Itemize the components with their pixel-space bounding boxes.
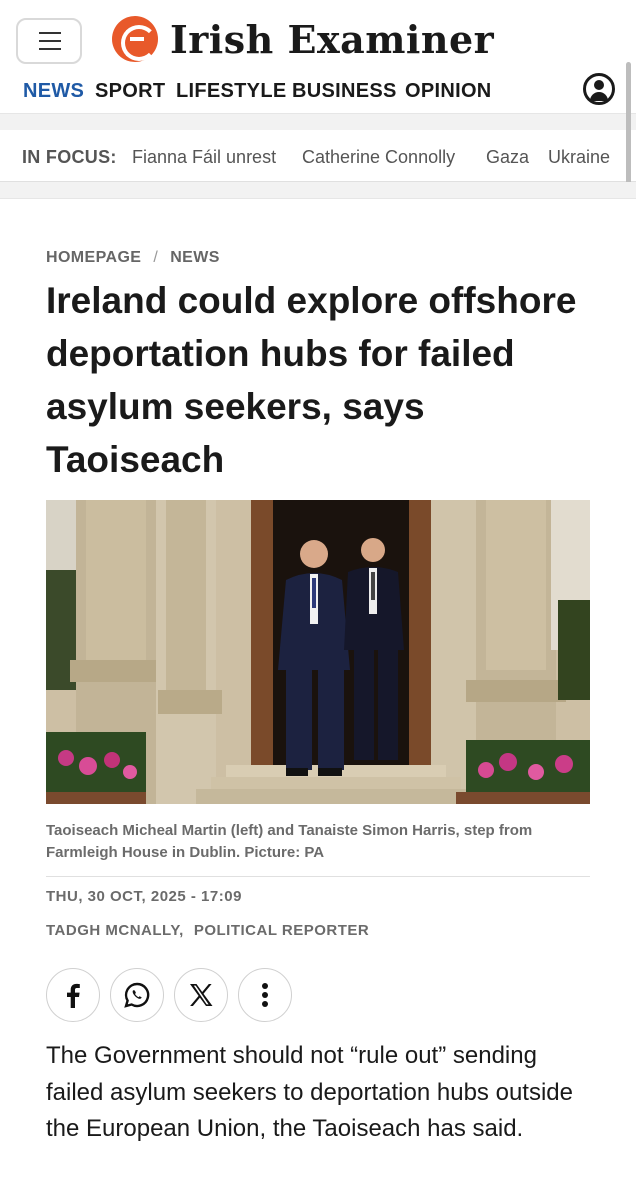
nav-opinion[interactable]: OPINION — [405, 80, 492, 103]
site-header: Irish Examiner — [0, 0, 636, 68]
share-more-button[interactable] — [238, 968, 292, 1022]
byline: TADGH MCNALLY, POLITICAL REPORTER — [46, 922, 369, 939]
nav-news[interactable]: NEWS — [23, 80, 84, 103]
spacer — [0, 114, 636, 130]
breadcrumb-separator: / — [153, 249, 159, 266]
nav-lifestyle[interactable]: LIFESTYLE — [176, 80, 286, 103]
photo-caption: Taoiseach Micheal Martin (left) and Tana… — [46, 822, 533, 861]
focus-item-ukraine[interactable]: Ukraine — [548, 147, 610, 168]
menu-button[interactable] — [16, 18, 82, 64]
facebook-icon — [67, 983, 80, 1008]
article-headline: Ireland could explore offshore deportati… — [46, 280, 577, 480]
focus-item-catherine-connolly[interactable]: Catherine Connolly — [302, 147, 455, 168]
divider — [46, 876, 590, 877]
author-role: POLITICAL REPORTER — [193, 922, 370, 939]
logo-text: Irish Examiner — [170, 16, 495, 62]
share-whatsapp-button[interactable] — [110, 968, 164, 1022]
focus-item-fianna-fail[interactable]: Fianna Fáil unrest — [132, 147, 276, 168]
x-icon — [190, 984, 213, 1006]
scrollbar[interactable] — [626, 62, 631, 196]
breadcrumb-homepage[interactable]: HOMEPAGE — [46, 249, 141, 266]
main-nav: NEWS SPORT LIFESTYLE BUSINESS OPINION — [0, 68, 636, 114]
logo-mark-icon — [112, 16, 158, 62]
in-focus-label: IN FOCUS: — [22, 147, 117, 167]
menu-icon-line — [39, 32, 61, 34]
author-name[interactable]: TADGH MCNALLY, — [46, 922, 184, 939]
more-icon — [262, 983, 268, 1007]
photo-illustration — [46, 500, 590, 804]
whatsapp-icon — [124, 982, 150, 1008]
share-x-button[interactable] — [174, 968, 228, 1022]
menu-icon-line — [39, 48, 61, 50]
account-icon[interactable] — [583, 73, 615, 105]
focus-item-gaza[interactable]: Gaza — [486, 147, 529, 168]
article-body-paragraph: The Government should not “rule out” sen… — [46, 1042, 573, 1142]
nav-sport[interactable]: SPORT — [95, 80, 165, 103]
publish-date: THU, 30 OCT, 2025 - 17:09 — [46, 888, 242, 905]
breadcrumb: HOMEPAGE / NEWS — [46, 249, 220, 267]
share-facebook-button[interactable] — [46, 968, 100, 1022]
article-photo[interactable] — [46, 500, 590, 804]
menu-icon-line — [39, 40, 61, 42]
site-logo[interactable]: Irish Examiner — [112, 14, 494, 64]
nav-business[interactable]: BUSINESS — [292, 80, 397, 103]
spacer — [0, 182, 636, 198]
breadcrumb-news[interactable]: NEWS — [170, 249, 220, 266]
in-focus-bar: IN FOCUS: Fianna Fáil unrest Catherine C… — [0, 130, 636, 182]
